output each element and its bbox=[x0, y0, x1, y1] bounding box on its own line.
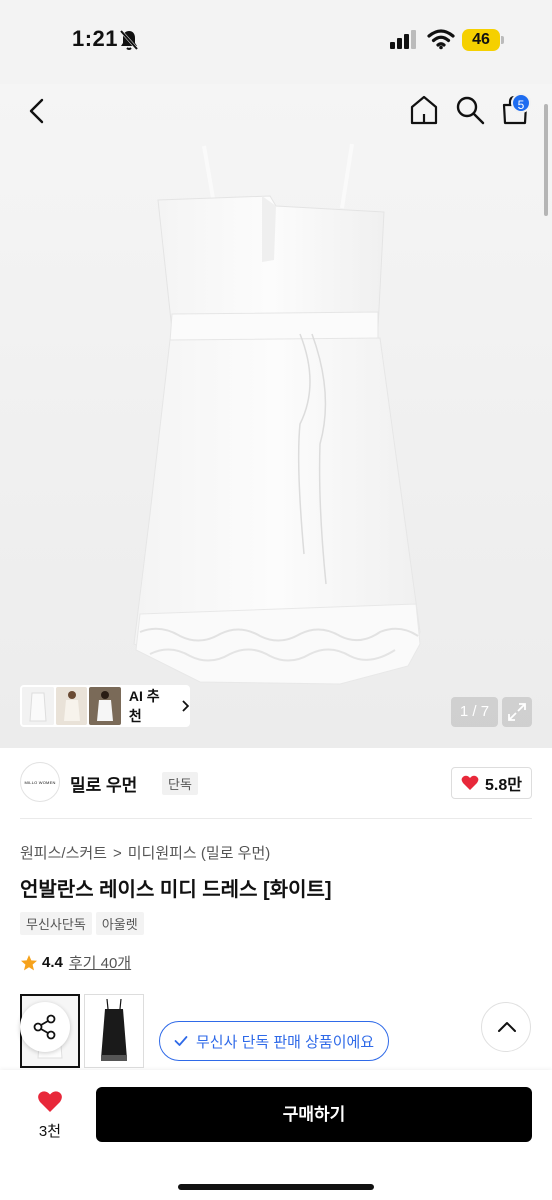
product-title: 언발란스 레이스 미디 드레스 [화이트] bbox=[20, 879, 332, 901]
scrollbar bbox=[544, 104, 548, 216]
exclusive-notice[interactable]: 무신사 단독 판매 상품이에요 bbox=[159, 1021, 390, 1061]
breadcrumb-subcategory[interactable]: 미디원피스 (밀로 우먼) bbox=[128, 845, 271, 862]
exclusive-notice-label: 무신사 단독 판매 상품이에요 bbox=[196, 1033, 375, 1051]
brand-logo[interactable]: MILLO WOMEN bbox=[20, 762, 60, 802]
brand-like-count: 5.8만 bbox=[485, 777, 522, 794]
brand-like-button[interactable]: 5.8만 bbox=[451, 767, 532, 799]
wishlist-button[interactable]: 3천 bbox=[24, 1090, 76, 1141]
reviews-link[interactable]: 후기 40개 bbox=[69, 952, 131, 973]
star-icon bbox=[21, 954, 37, 970]
chevron-right-icon bbox=[182, 700, 190, 712]
bell-off-icon bbox=[119, 30, 139, 50]
wishlist-count: 3천 bbox=[38, 1123, 62, 1140]
breadcrumb-separator: > bbox=[112, 845, 122, 862]
tag-musinsa-exclusive: 무신사단독 bbox=[20, 912, 92, 935]
brand-name[interactable]: 밀로 우먼 bbox=[70, 771, 137, 796]
ai-recommend-button[interactable]: AI 추천 bbox=[20, 685, 190, 727]
ai-thumb-1 bbox=[22, 687, 54, 725]
product-tags: 무신사단독 아울렛 bbox=[20, 912, 144, 935]
back-icon[interactable] bbox=[20, 94, 54, 128]
ai-recommend-label: AI 추천 bbox=[128, 688, 160, 724]
signal-icon bbox=[390, 30, 416, 49]
ai-thumb-2 bbox=[55, 687, 88, 725]
share-button[interactable] bbox=[20, 1002, 70, 1052]
cart-badge: 5 bbox=[511, 93, 531, 113]
expand-button[interactable] bbox=[502, 697, 532, 727]
wifi-icon bbox=[427, 29, 455, 50]
tag-outlet: 아울렛 bbox=[95, 912, 144, 935]
search-icon[interactable] bbox=[452, 92, 488, 128]
battery-tip bbox=[501, 36, 504, 44]
expand-icon bbox=[508, 703, 526, 721]
buy-button[interactable]: 구매하기 bbox=[96, 1087, 532, 1142]
breadcrumb: 원피스/스커트 > 미디원피스 (밀로 우먼) bbox=[20, 842, 270, 863]
scroll-top-button[interactable] bbox=[481, 1002, 531, 1052]
ai-thumb-3 bbox=[89, 687, 121, 725]
breadcrumb-category[interactable]: 원피스/스커트 bbox=[20, 845, 107, 862]
battery-icon: 46 bbox=[462, 29, 500, 51]
rating-score: 4.4 bbox=[42, 954, 63, 971]
brand-row[interactable]: MILLO WOMEN 밀로 우먼 단독 5.8만 bbox=[20, 760, 532, 804]
rating: 4.4 후기 40개 bbox=[20, 952, 131, 973]
heart-icon bbox=[461, 775, 479, 790]
share-icon bbox=[33, 1014, 56, 1040]
divider bbox=[20, 818, 532, 819]
status-bar: 1:21 46 bbox=[0, 0, 552, 84]
image-pager: 1 / 7 bbox=[451, 697, 498, 727]
status-time: 1:21 bbox=[72, 26, 119, 51]
dress-illustration bbox=[0, 84, 552, 748]
home-indicator bbox=[178, 1184, 374, 1190]
heart-icon bbox=[38, 1091, 62, 1112]
check-icon bbox=[174, 1036, 188, 1046]
brand-exclusive-tag: 단독 bbox=[162, 772, 198, 795]
chevron-up-icon bbox=[498, 1022, 516, 1032]
product-image[interactable] bbox=[0, 84, 552, 748]
color-option-black[interactable] bbox=[84, 994, 144, 1068]
home-icon[interactable] bbox=[406, 92, 442, 128]
